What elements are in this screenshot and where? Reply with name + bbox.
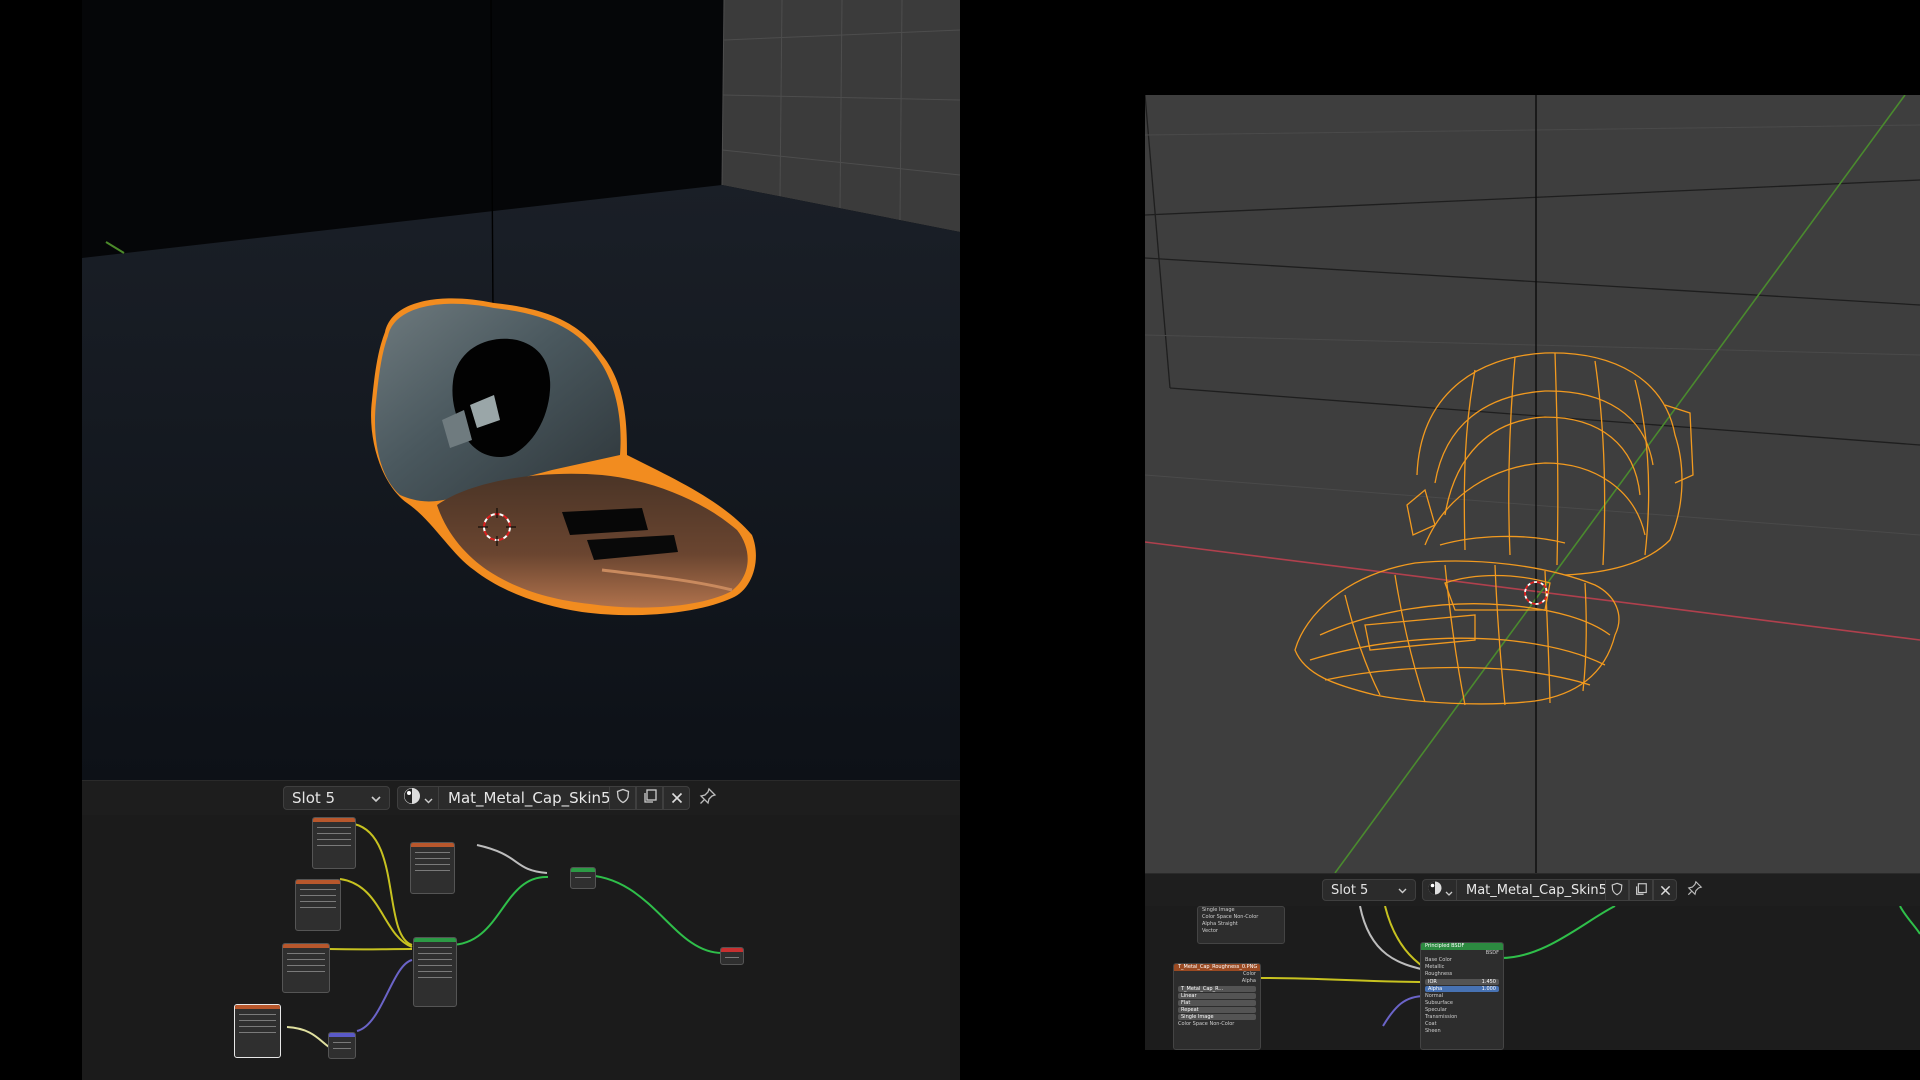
source-dropdown[interactable]: Single Image	[1178, 1014, 1256, 1020]
image-texture-node[interactable]	[410, 842, 455, 894]
node-section[interactable]: Subsurface	[1421, 1000, 1503, 1007]
node-output: Alpha	[1241, 978, 1256, 984]
image-texture-node[interactable]	[282, 943, 330, 993]
ior-field[interactable]: IOR 1.450	[1425, 979, 1499, 985]
color-space-value[interactable]: Non-Color	[1233, 914, 1258, 920]
node-row: Alpha Straight	[1202, 921, 1238, 927]
close-icon	[1660, 881, 1671, 900]
material-name-field[interactable]: Mat_Metal_Cap_Skin5	[439, 786, 611, 810]
image-texture-node[interactable]	[295, 879, 341, 931]
browse-material-button[interactable]	[397, 786, 439, 810]
principled-bsdf-node[interactable]: Principled BSDF BSDF Base Color Metallic…	[1420, 942, 1504, 1050]
mix-shader-node[interactable]	[570, 867, 596, 889]
node-row: Vector	[1202, 928, 1218, 934]
duplicate-icon	[1634, 881, 1648, 900]
color-space-row[interactable]: Color Space Non-Color	[1174, 1021, 1260, 1028]
alpha-value[interactable]: Straight	[1218, 921, 1238, 927]
image-texture-node[interactable]	[312, 817, 356, 869]
solid-viewport[interactable]	[82, 0, 960, 780]
material-slot-dropdown[interactable]: Slot 5	[283, 786, 390, 810]
node-input: Roughness	[1425, 971, 1453, 977]
node-row: Color Space Non-Color	[1202, 914, 1259, 920]
shield-icon	[1610, 881, 1624, 900]
shader-node-editor[interactable]: Single Image Color Space Non-Color Alpha…	[1145, 906, 1920, 1050]
duplicate-material-button[interactable]	[636, 786, 663, 810]
alpha-slider[interactable]: Alpha 1.000	[1425, 986, 1499, 992]
material-name: Mat_Metal_Cap_Skin5	[1466, 882, 1607, 898]
node-title: T_Metal_Cap_Roughness_0.PNG	[1174, 964, 1260, 971]
node-output: BSDF	[1485, 950, 1499, 956]
chevron-down-icon	[424, 789, 433, 808]
right-blender-window: Slot 5 Mat_Metal_Cap_Skin5 Single Image …	[1145, 95, 1920, 1050]
material-sphere-icon	[1427, 880, 1443, 900]
projection-dropdown[interactable]: Flat	[1178, 1000, 1256, 1006]
roughness-texture-node[interactable]: T_Metal_Cap_Roughness_0.PNG Color Alpha …	[1173, 963, 1261, 1050]
image-name-field[interactable]: T_Metal_Cap_R...	[1178, 986, 1256, 992]
slot-label: Slot 5	[292, 789, 336, 807]
pin-button[interactable]	[696, 786, 720, 810]
node-input: Base Color	[1425, 957, 1452, 963]
duplicate-icon	[642, 788, 658, 808]
chevron-down-icon	[1398, 883, 1407, 898]
wireframe-viewport[interactable]	[1145, 95, 1920, 873]
pin-icon	[1687, 880, 1703, 900]
node-editor-header: Slot 5 Mat_Metal_Cap_Skin5	[82, 780, 960, 815]
node-section[interactable]: Coat	[1421, 1021, 1503, 1028]
node-section[interactable]: Transmission	[1421, 1014, 1503, 1021]
node-section[interactable]: Specular	[1421, 1007, 1503, 1014]
duplicate-material-button[interactable]	[1629, 879, 1653, 901]
normal-map-node[interactable]	[328, 1032, 356, 1059]
fake-user-button[interactable]	[1605, 879, 1629, 901]
image-texture-node-top[interactable]: Single Image Color Space Non-Color Alpha…	[1197, 906, 1285, 944]
node-output: Color	[1242, 971, 1256, 977]
pin-icon	[699, 787, 717, 809]
unlink-material-button[interactable]	[1653, 879, 1677, 901]
extension-dropdown[interactable]: Repeat	[1178, 1007, 1256, 1013]
chevron-down-icon	[371, 789, 381, 807]
left-blender-window: Slot 5 Mat_Metal_Cap_Skin5	[82, 0, 960, 1080]
node-input: Metallic	[1425, 964, 1445, 970]
material-sphere-icon	[403, 787, 421, 809]
close-icon	[671, 789, 683, 808]
node-section[interactable]: Sheen	[1421, 1028, 1503, 1035]
principled-bsdf-node[interactable]	[413, 937, 457, 1007]
material-output-node[interactable]	[720, 947, 744, 965]
fake-user-button[interactable]	[609, 786, 636, 810]
node-section: Normal	[1425, 993, 1444, 999]
slot-label: Slot 5	[1331, 882, 1369, 898]
chevron-down-icon	[1445, 881, 1453, 900]
image-texture-node-selected[interactable]	[234, 1004, 281, 1058]
browse-material-button[interactable]	[1422, 879, 1457, 901]
shield-icon	[615, 788, 631, 808]
shader-node-editor[interactable]	[82, 815, 960, 1080]
node-links	[286, 823, 723, 1052]
pin-button[interactable]	[1683, 878, 1707, 902]
material-slot-dropdown[interactable]: Slot 5	[1322, 879, 1416, 901]
material-name: Mat_Metal_Cap_Skin5	[448, 789, 611, 807]
node-row: Single Image	[1202, 907, 1235, 913]
unlink-material-button[interactable]	[663, 786, 690, 810]
interpolation-dropdown[interactable]: Linear	[1178, 993, 1256, 999]
node-editor-header: Slot 5 Mat_Metal_Cap_Skin5	[1145, 873, 1920, 906]
node-title: Principled BSDF	[1421, 943, 1503, 950]
material-name-field[interactable]: Mat_Metal_Cap_Skin5	[1457, 879, 1607, 901]
